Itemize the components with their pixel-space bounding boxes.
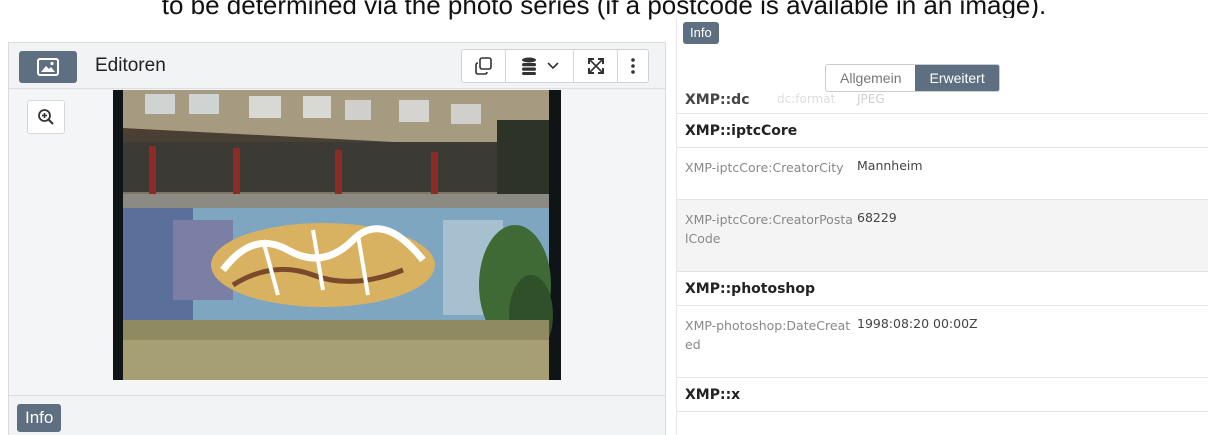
info-tab[interactable]: Info: [683, 22, 719, 44]
field-key: XMP-iptcCore:CreatorPostalCode: [685, 212, 853, 246]
graffiti-photo-artwork: [123, 90, 553, 380]
field-key: XMP-photoshop:DateCreated: [685, 318, 851, 352]
table-row: XMP-iptcCore:CreatorCity Mannheim: [677, 148, 1208, 200]
table-row: XMP-photoshop:DateCreated 1998:08:20 00:…: [677, 306, 1208, 378]
section-xmp-photoshop: XMP::photoshop: [677, 272, 1208, 306]
tab-erweitert[interactable]: Erweitert: [915, 65, 999, 91]
section-xmp-iptccore: XMP::iptcCore: [677, 114, 1208, 148]
more-options-button[interactable]: [618, 50, 648, 82]
metadata-panel: Info Allgemein Erweitert XMP::dc dc:form…: [676, 18, 1208, 435]
database-icon: [521, 57, 536, 75]
editor-title: Editoren: [95, 55, 166, 76]
section-xmp-x: XMP::x: [677, 378, 1208, 412]
zoom-in-button[interactable]: [27, 100, 65, 134]
metadata-table: XMP::dc dc:format JPEG XMP::iptcCore XMP…: [677, 80, 1208, 412]
metadata-view-toggle: Allgemein Erweitert: [825, 64, 1000, 92]
info-tab[interactable]: Info: [17, 404, 62, 432]
image-icon: [37, 58, 59, 76]
database-dropdown-button[interactable]: [506, 50, 574, 82]
editor-footer: Info: [9, 395, 665, 435]
faded-value: JPEG: [857, 92, 885, 106]
section-title: XMP::iptcCore: [685, 123, 798, 139]
editor-toolbar: [461, 49, 649, 83]
image-viewer: [9, 90, 665, 394]
field-value: 1998:08:20 00:00Z: [857, 316, 978, 331]
faded-key: dc:format: [777, 92, 836, 106]
fullscreen-button[interactable]: [574, 50, 618, 82]
section-title: XMP::photoshop: [685, 281, 816, 297]
tab-allgemein[interactable]: Allgemein: [826, 65, 915, 91]
field-value: 68229: [857, 210, 897, 225]
editor-header: Editoren: [9, 43, 665, 89]
table-row: XMP-iptcCore:CreatorPostalCode 68229: [677, 200, 1208, 272]
image-mode-button[interactable]: [19, 51, 77, 83]
copy-icon: [474, 57, 492, 75]
more-vertical-icon: [631, 58, 635, 74]
section-title: XMP::x: [685, 387, 741, 403]
field-value: Mannheim: [857, 158, 923, 173]
chevron-down-icon: [546, 62, 559, 70]
field-key: XMP-iptcCore:CreatorCity: [685, 160, 844, 175]
section-title: XMP::dc: [685, 92, 750, 108]
zoom-in-icon: [38, 109, 54, 125]
graffiti-photo[interactable]: [113, 90, 561, 380]
copy-button[interactable]: [462, 50, 506, 82]
expand-icon: [587, 58, 604, 74]
editor-panel: Editoren Info: [8, 42, 666, 435]
